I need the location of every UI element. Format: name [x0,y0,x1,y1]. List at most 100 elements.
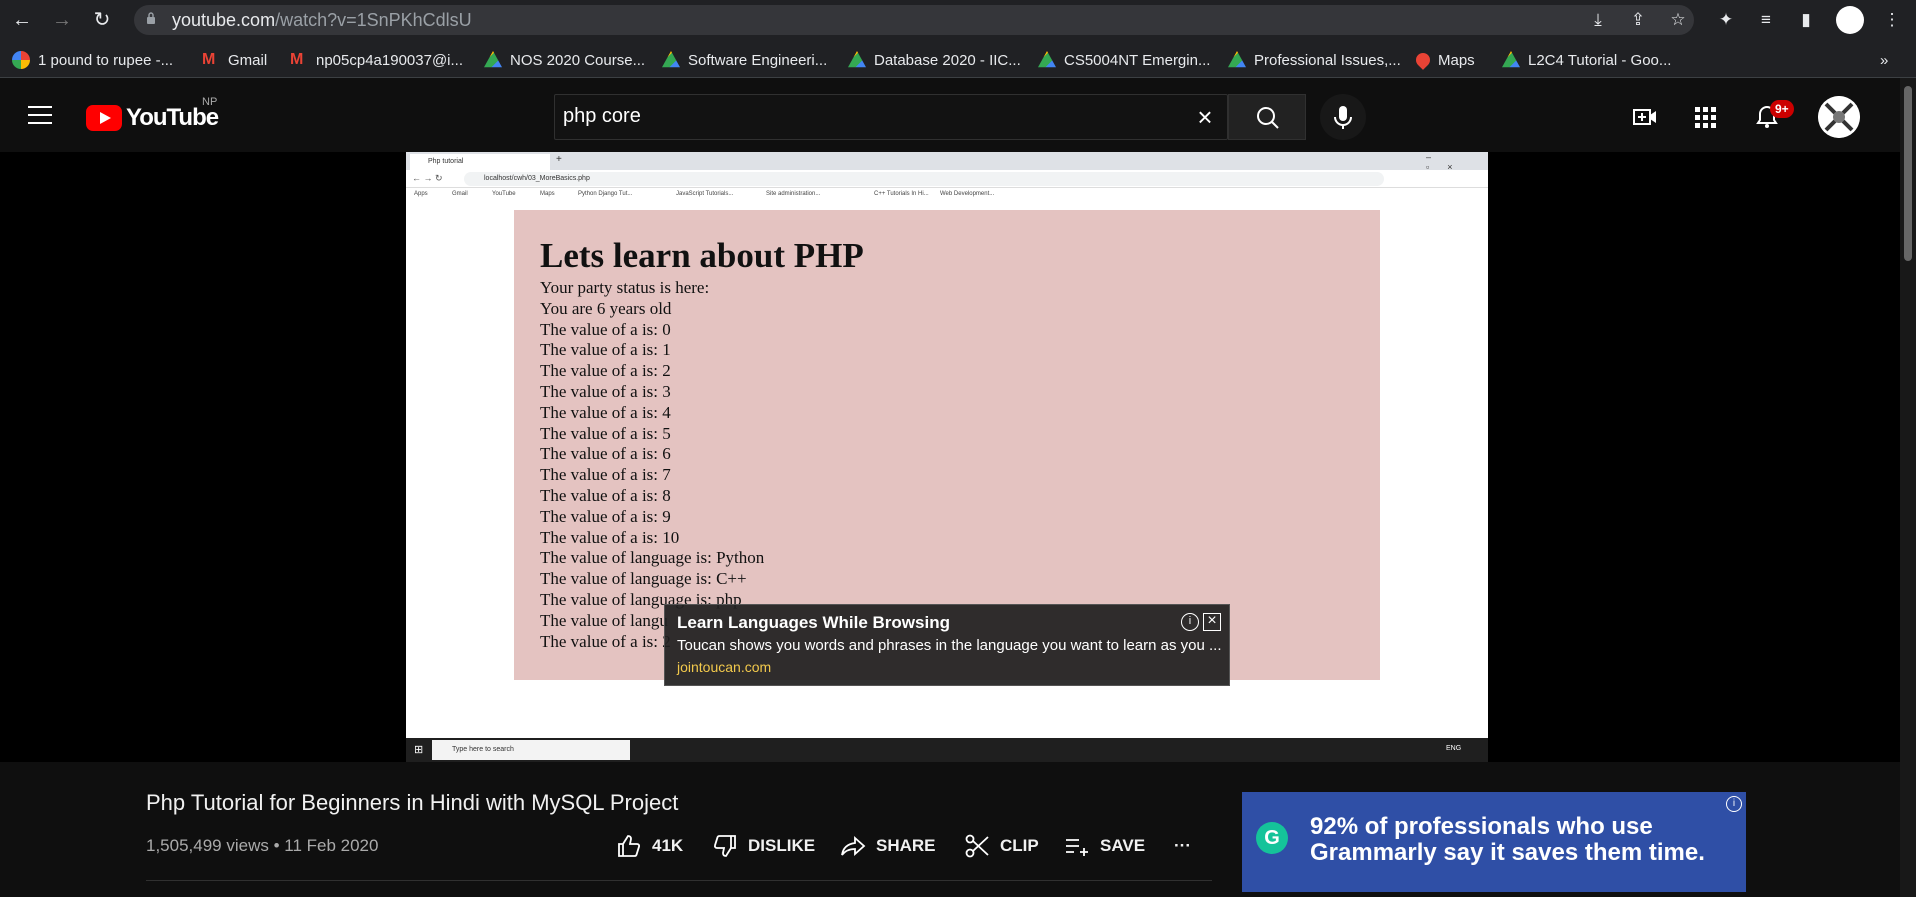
bookmark-item[interactable]: CS5004NT Emergin... [1038,50,1210,70]
bookmark-item[interactable]: NOS 2020 Course... [484,50,645,70]
bookmark-item[interactable]: Professional Issues,... [1228,50,1401,70]
overlay-ad[interactable]: Learn Languages While Browsing Toucan sh… [664,604,1230,686]
side-panel-icon[interactable]: ▮ [1794,8,1818,32]
clip-button[interactable]: CLIP [964,830,1039,862]
dislike-label: DISLIKE [748,836,816,855]
page-scrollbar[interactable] [1900,78,1916,897]
thumbs-up-icon [618,835,641,857]
star-icon[interactable]: ☆ [1666,8,1690,32]
output-line: The value of a is: 5 [540,423,671,443]
install-icon[interactable]: ⤓ [1586,8,1610,32]
video-bookmark: C++ Tutorials In Hi... [874,191,929,197]
new-tab-icon: + [556,154,562,165]
video-bookmark: Python Django Tut... [578,191,633,197]
more-actions-button[interactable]: ··· [1174,830,1191,862]
youtube-logo[interactable]: YouTube NP [86,96,219,132]
microphone-icon [1334,106,1352,129]
output-line: The value of a is: 9 [540,506,671,526]
video-title: Php Tutorial for Beginners in Hindi with… [146,790,679,815]
save-button[interactable]: SAVE [1064,830,1145,862]
share-label: SHARE [876,836,936,855]
gmail-icon: M [290,51,304,68]
search-button[interactable] [1228,94,1306,140]
video-bookmarks-bar: Apps Gmail YouTube Maps Python Django Tu… [406,188,1488,202]
like-count: 41K [652,836,684,855]
menu-dots-icon[interactable]: ⋮ [1880,8,1904,32]
like-button[interactable]: 41K [616,830,683,862]
tray-language: ENG [1446,745,1462,752]
save-label: SAVE [1100,836,1146,855]
forward-arrow-icon[interactable]: → [50,8,74,32]
video-bookmark: Apps [414,191,428,197]
video-browser-tab: Php tutorial [410,154,550,170]
share-icon[interactable]: ⇪ [1626,8,1650,32]
output-line: Your party status is here: [540,278,710,297]
output-line: The value of a is: 4 [540,402,671,422]
lock-icon [147,12,155,24]
taskbar-search: Type here to search [432,740,630,760]
output-line: The value of a is: 3 [540,381,671,401]
youtube-play-icon [86,105,122,131]
bookmark-item[interactable]: Maps [1413,50,1475,70]
ad-info-icon[interactable]: i [1726,796,1742,812]
bookmark-item[interactable]: Mnp05cp4a190037@i... [290,50,463,70]
maps-icon [1413,50,1433,70]
scissors-icon [965,834,989,858]
output-line: The value of a is: 2 [540,361,671,381]
overlay-ad-title: Learn Languages While Browsing [677,613,950,632]
video-address-bar: ← → ↻ localhost/cwh/03_MoreBasics.php [406,170,1488,188]
playlist-add-icon [1066,839,1088,856]
grammarly-ad-text: 92% of professionals who use Grammarly s… [1310,813,1705,866]
overlay-ad-url[interactable]: jointoucan.com [677,659,771,675]
video-bookmark: Site administration... [766,191,821,197]
bookmark-item[interactable]: M Gmail [202,50,267,70]
thumbs-down-icon [713,835,736,857]
search-input[interactable] [563,105,1123,128]
share-arrow-icon [841,835,866,857]
hamburger-menu-icon[interactable] [28,106,52,124]
video-page-lines: Your party status is here: You are 6 yea… [540,278,764,652]
apps-grid-icon[interactable] [1692,104,1718,130]
extensions-icon[interactable]: ✦ [1714,8,1738,32]
notifications-badge: 9+ [1770,100,1794,118]
address-bar[interactable]: youtube.com/watch?v=1SnPKhCdlsU [134,5,1694,35]
video-player[interactable]: Php tutorial + –▫× ← → ↻ localhost/cwh/0… [0,152,1900,762]
back-arrow-icon[interactable]: ← [10,8,34,32]
video-browser-tabbar: Php tutorial + –▫× [406,152,1488,172]
region-code: NP [202,96,218,108]
more-bookmarks-button[interactable]: » [1880,50,1888,70]
video-bookmark: Maps [540,191,555,197]
output-line: You are 6 years old [540,298,672,318]
video-nav-icon: ← → ↻ [412,173,443,183]
output-line: The value of language is: C++ [540,569,747,589]
grammarly-ad-banner[interactable]: G 92% of professionals who use Grammarly… [1242,792,1746,892]
reload-icon[interactable]: ↻ [90,8,114,32]
output-line: The value of a is: 10 [540,527,680,547]
clear-search-icon[interactable]: × [1193,104,1217,130]
info-icon[interactable]: i [1181,613,1199,631]
media-control-icon[interactable]: ≡ [1754,8,1778,32]
window-controls-icon: –▫× [1426,152,1471,172]
create-video-icon[interactable] [1632,104,1658,130]
share-button[interactable]: SHARE [840,830,936,862]
drive-icon [848,51,866,68]
output-line: The value of a is: 0 [540,319,671,339]
bookmark-item[interactable]: Software Engineeri... [662,50,827,70]
bookmarks-bar: 1 pound to rupee -... M Gmail Mnp05cp4a19… [0,40,1916,78]
video-url: localhost/cwh/03_MoreBasics.php [464,172,1384,186]
close-icon[interactable]: × [1203,613,1221,631]
output-line: The value of a is: 7 [540,465,671,485]
clip-label: CLIP [1000,836,1039,855]
video-views-date: 1,505,499 views • 11 Feb 2020 [146,836,379,855]
account-avatar[interactable] [1818,96,1860,138]
drive-icon [484,51,502,68]
profile-avatar-icon[interactable] [1836,6,1864,34]
dislike-button[interactable]: DISLIKE [712,830,815,862]
bookmark-item[interactable]: Database 2020 - IIC... [848,50,1021,70]
bookmark-item[interactable]: 1 pound to rupee -... [12,50,173,70]
scrollbar-thumb[interactable] [1904,86,1912,261]
bookmark-item[interactable]: L2C4 Tutorial - Goo... [1502,50,1671,70]
more-dots-icon: ··· [1174,836,1191,855]
voice-search-button[interactable] [1320,94,1366,140]
output-line: The value of a is: 8 [540,485,671,505]
